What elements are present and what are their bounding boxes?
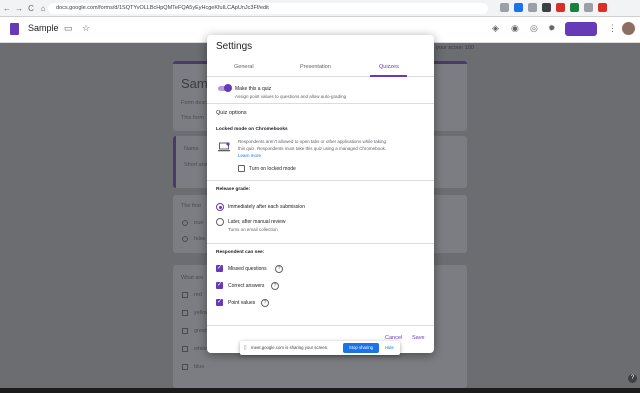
- star-icon[interactable]: ☆: [82, 23, 90, 34]
- palette-icon[interactable]: ◉: [511, 23, 519, 34]
- release-grade-heading: Release grade:: [216, 187, 251, 192]
- send-button[interactable]: [565, 22, 597, 36]
- divider: [207, 103, 434, 104]
- screen-share-message: meet.google.com is sharing your screen.: [251, 345, 329, 350]
- option-label: white: [194, 346, 207, 352]
- settings-icon[interactable]: ✹: [548, 23, 556, 34]
- divider: [207, 243, 434, 244]
- form-title: Sam: [181, 76, 208, 91]
- browser-toolbar: ← → C ⌂ docs.google.com/forms/d/1SQTYvOL…: [0, 0, 640, 17]
- release-later-radio[interactable]: [216, 218, 224, 226]
- question-title: Name: [184, 146, 199, 152]
- radio-option: [182, 220, 188, 226]
- extension-icons: [500, 3, 607, 12]
- folder-icon[interactable]: ▭: [64, 23, 73, 34]
- locked-mode-description-2: this quiz. Respondents must take this qu…: [238, 146, 387, 151]
- release-immediately-radio[interactable]: [216, 203, 224, 211]
- correct-answers-label: Correct answers: [228, 283, 265, 289]
- extension-icon[interactable]: [570, 3, 579, 12]
- release-later-description: Turns on email collection: [228, 227, 278, 232]
- option-label: blue: [194, 364, 205, 370]
- missed-questions-checkbox[interactable]: ✓: [216, 265, 223, 272]
- extension-icon[interactable]: [528, 3, 537, 12]
- home-icon[interactable]: ⌂: [38, 4, 48, 13]
- missed-questions-label: Missed questions: [228, 266, 267, 272]
- checkbox-option: [182, 364, 188, 370]
- point-values-checkbox[interactable]: ✓: [216, 299, 223, 306]
- release-immediately-label: Immediately after each submission: [228, 204, 305, 210]
- active-tab-indicator: [370, 75, 407, 77]
- checkbox-option: [182, 346, 188, 352]
- quiz-options-heading: Quiz options: [216, 110, 247, 116]
- option-label: green: [194, 328, 209, 334]
- save-button[interactable]: Save: [412, 335, 425, 341]
- share-icon[interactable]: [500, 3, 509, 12]
- locked-mode-heading: Locked mode on Chromebooks: [216, 127, 288, 132]
- make-quiz-description: Assign point values to questions and all…: [235, 94, 347, 99]
- hide-button[interactable]: Hide: [385, 345, 394, 350]
- tab-presentation[interactable]: Presentation: [300, 64, 331, 70]
- learn-more-link[interactable]: Learn more: [238, 153, 261, 158]
- divider: [207, 325, 434, 326]
- question-title: The first: [181, 203, 201, 209]
- form-note: This form: [181, 115, 204, 121]
- stop-sharing-button[interactable]: Stop sharing: [343, 343, 379, 353]
- extension-icon[interactable]: [556, 3, 565, 12]
- settings-tabs: General Presentation Quizzes: [207, 63, 434, 77]
- back-icon[interactable]: ←: [2, 4, 12, 13]
- make-quiz-toggle-knob[interactable]: [224, 84, 232, 92]
- checkbox-option: [182, 310, 188, 316]
- forms-logo-icon: [10, 23, 19, 35]
- addon-icon[interactable]: ◈: [492, 23, 499, 34]
- help-icon[interactable]: ?: [275, 265, 283, 273]
- laptop-icon: [218, 142, 230, 152]
- taskbar: [0, 388, 640, 393]
- release-later-label: Later, after manual review: [228, 219, 286, 225]
- settings-dialog: Settings General Presentation Quizzes Ma…: [207, 35, 434, 353]
- dialog-title: Settings: [216, 41, 253, 52]
- reload-icon[interactable]: C: [26, 4, 36, 13]
- form-description: Form desc: [181, 100, 207, 106]
- option-label: false: [194, 236, 206, 242]
- radio-option: [182, 236, 188, 242]
- avatar[interactable]: [622, 22, 635, 35]
- profile-icon[interactable]: [598, 3, 607, 12]
- help-icon[interactable]: ?: [628, 374, 637, 383]
- help-icon[interactable]: ?: [271, 282, 279, 290]
- help-icon[interactable]: ?: [261, 299, 269, 307]
- make-quiz-label: Make this a quiz: [235, 86, 272, 92]
- address-bar[interactable]: docs.google.com/forms/d/1SQTYvOLLBcHpQMT…: [48, 3, 488, 14]
- short-answer: Short ans: [184, 162, 208, 168]
- tab-quizzes[interactable]: Quizzes: [379, 64, 399, 70]
- score-label: your score: 100: [436, 45, 474, 51]
- drag-handle-icon[interactable]: ||: [244, 345, 247, 351]
- screen-share-bar: || meet.google.com is sharing your scree…: [240, 341, 400, 355]
- divider: [207, 180, 434, 181]
- question-title: What are: [181, 275, 204, 281]
- preview-icon[interactable]: ◎: [530, 23, 538, 34]
- option-label: red: [194, 292, 202, 298]
- locked-mode-description: Respondents aren't allowed to open tabs …: [238, 139, 386, 144]
- puzzle-icon[interactable]: [584, 3, 593, 12]
- option-label: true: [194, 220, 204, 226]
- locked-mode-checkbox[interactable]: [238, 165, 245, 172]
- checkbox-option: [182, 292, 188, 298]
- tab-general[interactable]: General: [234, 64, 254, 70]
- forward-icon[interactable]: →: [14, 4, 24, 13]
- extension-icon[interactable]: [514, 3, 523, 12]
- checkbox-option: [182, 328, 188, 334]
- correct-answers-checkbox[interactable]: ✓: [216, 282, 223, 289]
- document-title[interactable]: Sample: [28, 23, 59, 33]
- locked-mode-checkbox-label: Turn on locked mode: [249, 166, 296, 172]
- point-values-label: Point values: [228, 300, 256, 306]
- more-icon[interactable]: ⋮: [608, 23, 617, 34]
- extension-icon[interactable]: [542, 3, 551, 12]
- respondent-heading: Respondent can see:: [216, 250, 265, 255]
